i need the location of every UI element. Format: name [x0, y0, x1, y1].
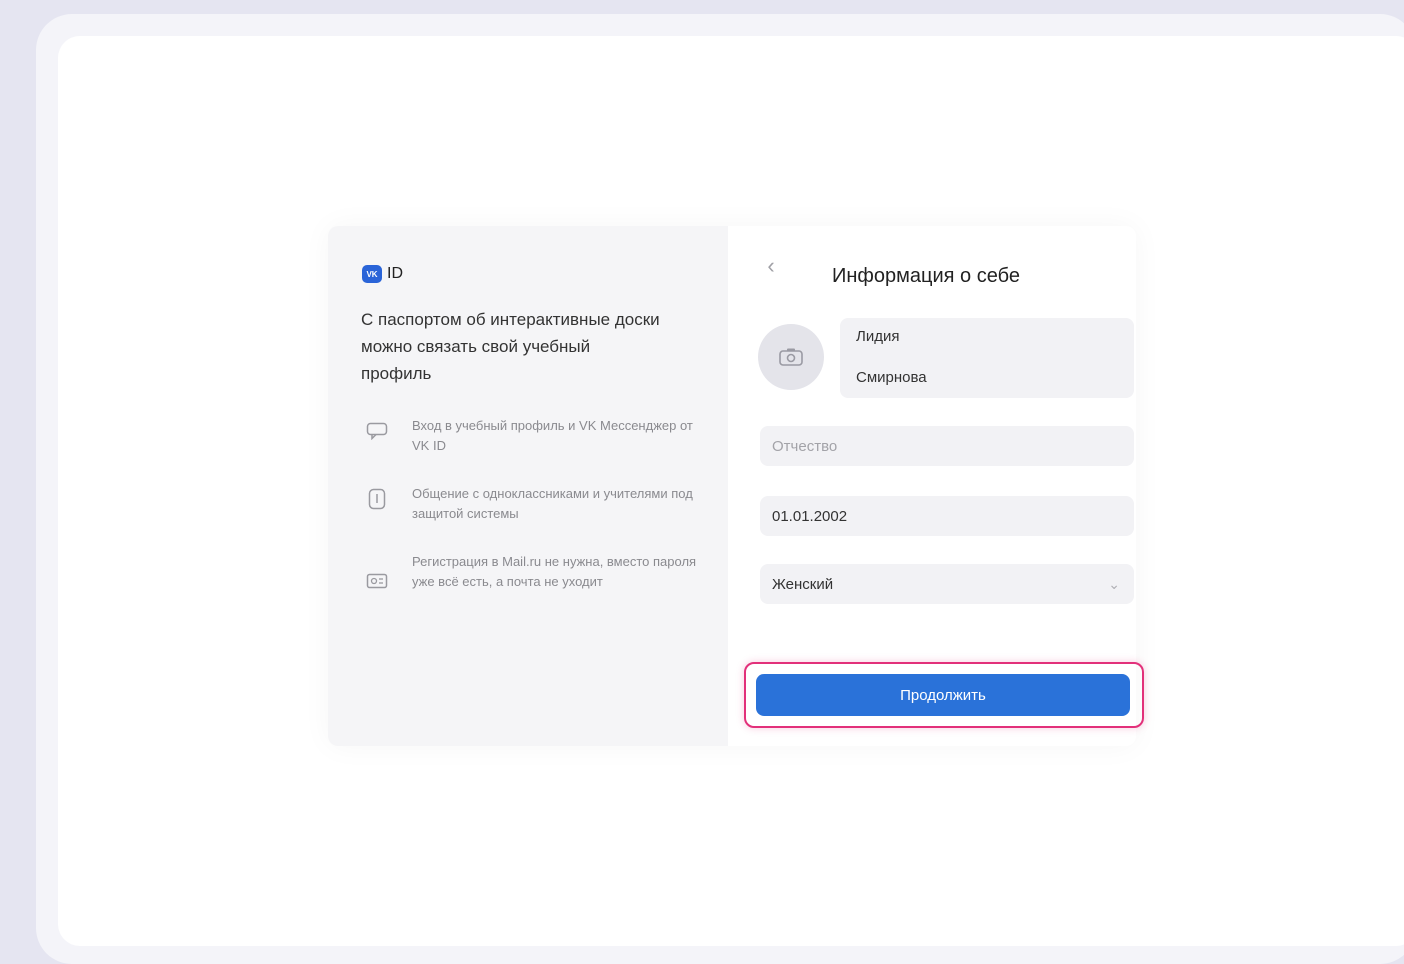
chevron-left-icon: ‹ — [767, 253, 775, 278]
form-title: Информация о себе — [832, 265, 1020, 287]
shield-icon — [360, 484, 394, 514]
logo-text: ID — [387, 265, 403, 282]
avatar-upload[interactable] — [758, 324, 824, 390]
feature-text: Вход в учебный профиль и VK Мессенджер о… — [412, 418, 693, 453]
last-name-field[interactable]: Смирнова — [856, 369, 927, 386]
first-name-field[interactable]: Лидия — [856, 328, 899, 345]
feature-text: Общение с одноклассниками и учителями по… — [412, 486, 693, 521]
intro-text: С паспортом об интерактивные доски можно… — [361, 310, 660, 383]
chat-icon — [360, 416, 394, 446]
name-fields: Лидия Смирнова — [840, 318, 1134, 398]
id-card-icon — [360, 566, 394, 596]
gender-select[interactable]: Женский ⌄ — [760, 564, 1134, 604]
feature-item: Общение с одноклассниками и учителями по… — [360, 484, 702, 524]
birth-date-field[interactable]: 01.01.2002 — [760, 496, 1134, 536]
vk-id-logo: VK ID — [362, 264, 403, 284]
patronymic-field[interactable]: Отчество — [760, 426, 1134, 466]
gender-value: Женский — [772, 575, 834, 593]
vk-logo-icon: VK — [362, 265, 382, 283]
continue-button[interactable]: Продолжить — [756, 674, 1130, 716]
feature-text: Регистрация в Mail.ru не нужна, вместо п… — [412, 554, 697, 589]
feature-item: Регистрация в Mail.ru не нужна, вместо п… — [360, 552, 702, 596]
camera-icon — [779, 348, 803, 366]
back-button[interactable]: ‹ — [758, 254, 784, 280]
feature-item: Вход в учебный профиль и VK Мессенджер о… — [360, 416, 702, 456]
chevron-down-icon: ⌄ — [1108, 576, 1120, 592]
